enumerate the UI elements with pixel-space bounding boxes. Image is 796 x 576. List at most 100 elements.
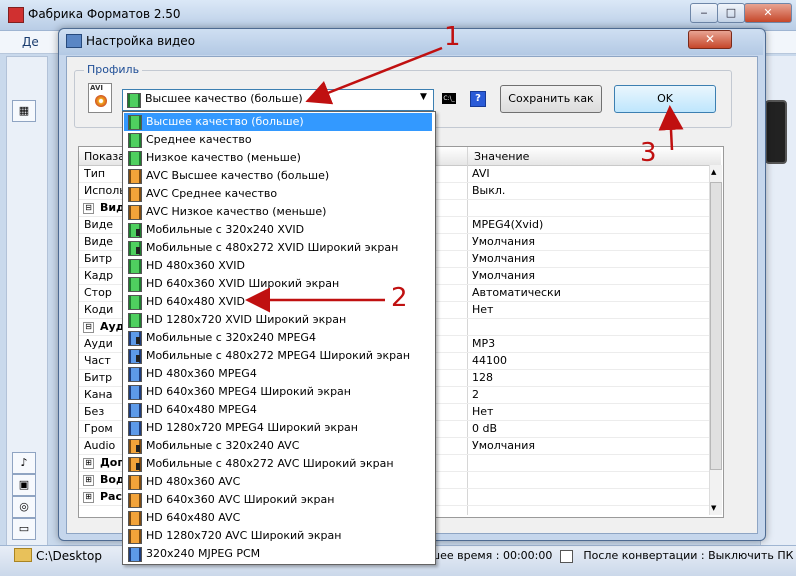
film-icon: [128, 367, 142, 382]
app-icon: [8, 7, 24, 23]
mobile-film-icon: [128, 331, 142, 346]
dropdown-option-label: HD 640x480 MPEG4: [146, 403, 257, 416]
output-path[interactable]: C:\Desktop: [36, 549, 102, 563]
grid-row-name: Част: [84, 354, 111, 367]
dropdown-option-label: HD 1280x720 MPEG4 Широкий экран: [146, 421, 358, 434]
avi-disc-icon: [95, 95, 107, 107]
dropdown-option-label: HD 1280x720 XVID Широкий экран: [146, 313, 347, 326]
scrollbar-thumb[interactable]: [710, 182, 722, 470]
grid-row-value[interactable]: Умолчания: [472, 235, 535, 248]
dropdown-option-label: Мобильные с 480x272 AVC Широкий экран: [146, 457, 394, 470]
grid-row-name: Стор: [84, 286, 112, 299]
dialog-close-button[interactable]: ✕: [688, 30, 732, 49]
minimize-button[interactable]: ‒: [690, 3, 718, 23]
grid-row-value[interactable]: Нет: [472, 303, 493, 316]
after-conversion-checkbox[interactable]: [560, 550, 573, 563]
grid-row-name: Исполь: [84, 184, 126, 197]
grid-row-value[interactable]: MPEG4(Xvid): [472, 218, 543, 231]
grid-row-value[interactable]: 44100: [472, 354, 507, 367]
film-icon: [128, 259, 142, 274]
film-icon: [128, 511, 142, 526]
expand-toggle-icon[interactable]: ⊟: [83, 322, 94, 333]
grid-row-value[interactable]: Автоматически: [472, 286, 561, 299]
grid-row-name: Audio: [84, 439, 116, 452]
annotation-number-2: 2: [391, 283, 408, 313]
dropdown-option-label: Мобильные с 480x272 XVID Широкий экран: [146, 241, 399, 254]
scroll-up-icon[interactable]: ▲: [711, 168, 716, 176]
film-icon: [128, 187, 142, 202]
dropdown-option-label: HD 640x480 AVC: [146, 511, 241, 524]
mobile-film-icon: [128, 223, 142, 238]
grid-row-value[interactable]: Нет: [472, 405, 493, 418]
grid-row-value[interactable]: Умолчания: [472, 439, 535, 452]
close-button[interactable]: ✕: [744, 3, 792, 23]
dropdown-option-label: AVC Высшее качество (больше): [146, 169, 330, 182]
mobile-film-icon: [128, 457, 142, 472]
expand-toggle-icon[interactable]: ⊞: [83, 475, 94, 486]
grid-row-name: Битр: [84, 252, 113, 265]
status-info: шее время : 00:00:00 После конвертации :…: [430, 549, 793, 562]
grid-row-value[interactable]: AVI: [472, 167, 490, 180]
film-icon: [128, 547, 142, 562]
chevron-down-icon[interactable]: ▼: [420, 92, 427, 102]
grid-row-value[interactable]: 128: [472, 371, 493, 384]
dropdown-option-label: AVC Среднее качество: [146, 187, 278, 200]
maximize-button[interactable]: □: [717, 3, 745, 23]
film-icon: [128, 133, 142, 148]
menu-item-first[interactable]: Де: [22, 35, 39, 49]
dropdown-option-label: HD 640x360 AVC Широкий экран: [146, 493, 335, 506]
toolbar-doc-icon[interactable]: ▦: [12, 100, 36, 122]
mobile-film-icon: [128, 241, 142, 256]
ok-button[interactable]: OK: [614, 85, 716, 113]
film-icon: [128, 115, 142, 130]
toolbar-audio-icon[interactable]: ♪: [12, 452, 36, 474]
film-icon: [127, 93, 141, 108]
command-line-icon[interactable]: C:\_: [442, 93, 456, 104]
film-icon: [128, 277, 142, 292]
dropdown-option-label: HD 640x480 XVID: [146, 295, 246, 308]
toolbar-window-icon[interactable]: ▭: [12, 518, 36, 540]
dropdown-option-label: Среднее качество: [146, 133, 252, 146]
grid-row-value[interactable]: 2: [472, 388, 479, 401]
grid-row-name: Битр: [84, 371, 113, 384]
grid-row-value[interactable]: Умолчания: [472, 269, 535, 282]
phone-device-icon: [765, 100, 787, 164]
expand-toggle-icon[interactable]: ⊟: [83, 203, 94, 214]
film-icon: [128, 205, 142, 220]
dropdown-option-label: HD 480x360 XVID: [146, 259, 246, 272]
dropdown-option-label: Высшее качество (больше): [146, 115, 304, 128]
grid-row-value[interactable]: Выкл.: [472, 184, 505, 197]
dropdown-option-label: HD 480x360 MPEG4: [146, 367, 257, 380]
profile-group-label: Профиль: [84, 63, 143, 76]
dialog-title: Настройка видео: [86, 34, 196, 48]
expand-toggle-icon[interactable]: ⊞: [83, 492, 94, 503]
grid-row-value[interactable]: Умолчания: [472, 252, 535, 265]
grid-header-value[interactable]: Значение: [474, 150, 529, 163]
mobile-film-icon: [128, 349, 142, 364]
main-window-title: Фабрика Форматов 2.50: [28, 7, 181, 21]
toolbar-disc-icon[interactable]: ◎: [12, 496, 36, 518]
dialog-icon: [66, 34, 82, 48]
scroll-down-icon[interactable]: ▼: [711, 504, 716, 512]
grid-row-name: Кана: [84, 388, 113, 401]
save-as-button[interactable]: Сохранить как: [500, 85, 602, 113]
grid-row-value[interactable]: 0 dB: [472, 422, 497, 435]
dropdown-option-label: Мобильные с 480x272 MPEG4 Широкий экран: [146, 349, 411, 362]
dropdown-option-label: Мобильные с 320x240 AVC: [146, 439, 300, 452]
film-icon: [128, 169, 142, 184]
toolbar-picture-icon[interactable]: ▣: [12, 474, 36, 496]
expand-toggle-icon[interactable]: ⊞: [83, 458, 94, 469]
dropdown-option-label: Мобильные с 320x240 XVID: [146, 223, 305, 236]
film-icon: [128, 403, 142, 418]
dropdown-option-label: HD 640x360 MPEG4 Широкий экран: [146, 385, 351, 398]
dropdown-option-label: HD 1280x720 AVC Широкий экран: [146, 529, 342, 542]
dropdown-option-label: HD 480x360 AVC: [146, 475, 241, 488]
grid-row-value[interactable]: MP3: [472, 337, 495, 350]
profile-select-value: Высшее качество (больше): [145, 92, 303, 105]
grid-row-name: Ауди: [84, 337, 113, 350]
dropdown-option-label: HD 640x360 XVID Широкий экран: [146, 277, 340, 290]
film-icon: [128, 493, 142, 508]
status-after-conversion: После конвертации : Выключить ПК: [583, 549, 794, 562]
dropdown-option-label: Низкое качество (меньше): [146, 151, 301, 164]
help-button[interactable]: ?: [470, 91, 486, 107]
